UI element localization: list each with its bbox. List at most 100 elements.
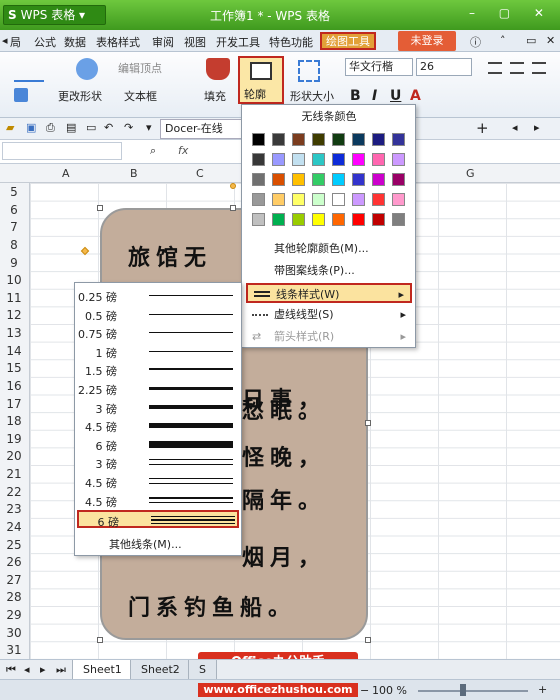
row-header[interactable]: 14 — [0, 344, 28, 358]
font-size-select[interactable]: 26 — [416, 58, 472, 76]
fill-bucket-icon[interactable] — [206, 58, 230, 80]
color-swatch[interactable] — [252, 173, 265, 186]
print-icon[interactable]: ⎙ — [46, 121, 55, 135]
row-header[interactable]: 10 — [0, 273, 28, 287]
row-header[interactable]: 30 — [0, 626, 28, 640]
shape-size-icon[interactable] — [298, 60, 320, 82]
color-swatch[interactable] — [372, 153, 385, 166]
fx-icon[interactable]: fx — [178, 144, 188, 157]
row-header[interactable]: 16 — [0, 379, 28, 393]
more-outline-colors-item[interactable]: 其他轮廓颜色(M)... — [246, 239, 412, 259]
like-icon[interactable] — [14, 88, 28, 102]
resize-handle[interactable] — [365, 637, 371, 643]
copy-icon[interactable]: ▭ — [86, 121, 96, 134]
line-weight-item[interactable]: 0.5 磅 — [77, 306, 239, 324]
outline-button[interactable]: 轮廓 — [238, 56, 284, 104]
row-header[interactable]: 18 — [0, 414, 28, 428]
shape-size-label[interactable]: 形状大小 — [290, 88, 334, 104]
menu-item-special[interactable]: 特色功能 — [269, 34, 313, 50]
more-lines-item[interactable]: 其他线条(M)... — [79, 535, 245, 555]
color-swatch[interactable] — [372, 173, 385, 186]
color-swatch[interactable] — [252, 193, 265, 206]
help-icon[interactable]: ⓘ — [470, 34, 481, 50]
shape-icon[interactable] — [76, 58, 98, 80]
color-swatch[interactable] — [352, 213, 365, 226]
name-box[interactable] — [2, 142, 122, 160]
menu-item-drawing-tools[interactable]: 绘图工具 — [320, 32, 376, 50]
column-header-c[interactable]: C — [196, 167, 204, 180]
underline-button[interactable]: U — [390, 88, 401, 104]
color-swatch[interactable] — [332, 133, 345, 146]
textbox-label[interactable]: 文本框 — [124, 88, 157, 104]
italic-button[interactable]: I — [372, 88, 377, 104]
color-swatch[interactable] — [312, 173, 325, 186]
login-button[interactable]: 未登录 — [398, 31, 456, 51]
row-header[interactable]: 24 — [0, 520, 28, 534]
resize-handle[interactable] — [230, 205, 236, 211]
color-swatch[interactable] — [392, 153, 405, 166]
row-header[interactable]: 7 — [0, 220, 28, 234]
menu-item-view[interactable]: 视图 — [184, 34, 206, 50]
zoom-in-icon[interactable]: + — [538, 683, 547, 696]
row-header[interactable]: 15 — [0, 361, 28, 375]
color-swatch[interactable] — [392, 173, 405, 186]
edit-vertex-label[interactable]: 编辑顶点 — [118, 60, 162, 76]
line-weight-item[interactable]: 6 磅 — [77, 436, 239, 454]
font-family-select[interactable]: 华文行楷 — [345, 58, 413, 76]
zoom-out-icon[interactable]: − — [360, 684, 369, 697]
row-header[interactable]: 9 — [0, 256, 28, 270]
close-doc-icon[interactable]: ✕ — [546, 34, 555, 47]
menu-item-data[interactable]: 数据 — [64, 34, 86, 50]
color-swatch[interactable] — [292, 173, 305, 186]
sheet-nav-next-icon[interactable]: ▸ — [40, 663, 46, 676]
color-swatch[interactable] — [392, 213, 405, 226]
row-header[interactable]: 20 — [0, 449, 28, 463]
line-weight-item[interactable]: 1.5 磅 — [77, 361, 239, 379]
color-swatch[interactable] — [372, 193, 385, 206]
color-swatch[interactable] — [312, 193, 325, 206]
row-header[interactable]: 19 — [0, 432, 28, 446]
redo-icon[interactable]: ↷ — [124, 121, 133, 134]
resize-handle[interactable] — [97, 205, 103, 211]
sheet-nav-first-icon[interactable]: ⏮ — [6, 663, 16, 677]
align-center-icon[interactable] — [510, 62, 524, 74]
pattern-line-item[interactable]: 带图案线条(P)... — [246, 261, 412, 281]
row-header[interactable]: 13 — [0, 326, 28, 340]
color-swatch[interactable] — [292, 193, 305, 206]
sheet-tab-1[interactable]: Sheet1 — [72, 660, 133, 680]
menu-item-developer[interactable]: 开发工具 — [216, 34, 260, 50]
row-header[interactable]: 12 — [0, 308, 28, 322]
no-line-color-item[interactable]: 无线条颜色 — [246, 107, 412, 127]
row-header[interactable]: 28 — [0, 590, 28, 604]
undo-icon[interactable]: ↶ — [104, 121, 113, 134]
row-header[interactable]: 17 — [0, 397, 28, 411]
color-swatch[interactable] — [352, 153, 365, 166]
bold-button[interactable]: B — [350, 88, 361, 104]
align-left-icon[interactable] — [488, 62, 502, 74]
zoom-formula-icon[interactable]: ⌕ — [150, 144, 156, 158]
menu-item-layout[interactable]: 局 — [10, 34, 21, 50]
sheet-nav-last-icon[interactable]: ⏭ — [56, 663, 66, 677]
row-header[interactable]: 25 — [0, 538, 28, 552]
docer-tab[interactable]: Docer-在线 — [160, 119, 244, 139]
column-header-a[interactable]: A — [62, 167, 70, 180]
align-right-icon[interactable] — [532, 62, 546, 74]
sheet-tab-2[interactable]: Sheet2 — [130, 660, 191, 680]
column-header-g[interactable]: G — [466, 167, 475, 180]
fill-label[interactable]: 填充 — [204, 88, 226, 104]
color-swatch[interactable] — [332, 213, 345, 226]
color-swatch[interactable] — [332, 193, 345, 206]
zoom-slider-thumb[interactable] — [460, 684, 466, 696]
open-folder-icon[interactable]: ▰ — [6, 121, 14, 134]
print-preview-icon[interactable]: ▤ — [66, 121, 76, 134]
color-swatch[interactable] — [252, 153, 265, 166]
color-swatch[interactable] — [292, 213, 305, 226]
sheet-nav-prev-icon[interactable]: ◂ — [24, 663, 30, 676]
color-swatch[interactable] — [352, 173, 365, 186]
line-weight-item[interactable]: 4.5 磅 — [77, 473, 239, 491]
collapse-icon[interactable]: ˄ — [500, 34, 506, 47]
arrow-line-icon[interactable] — [14, 62, 44, 82]
row-header[interactable]: 23 — [0, 502, 28, 516]
color-swatch[interactable] — [392, 133, 405, 146]
color-swatch[interactable] — [372, 133, 385, 146]
